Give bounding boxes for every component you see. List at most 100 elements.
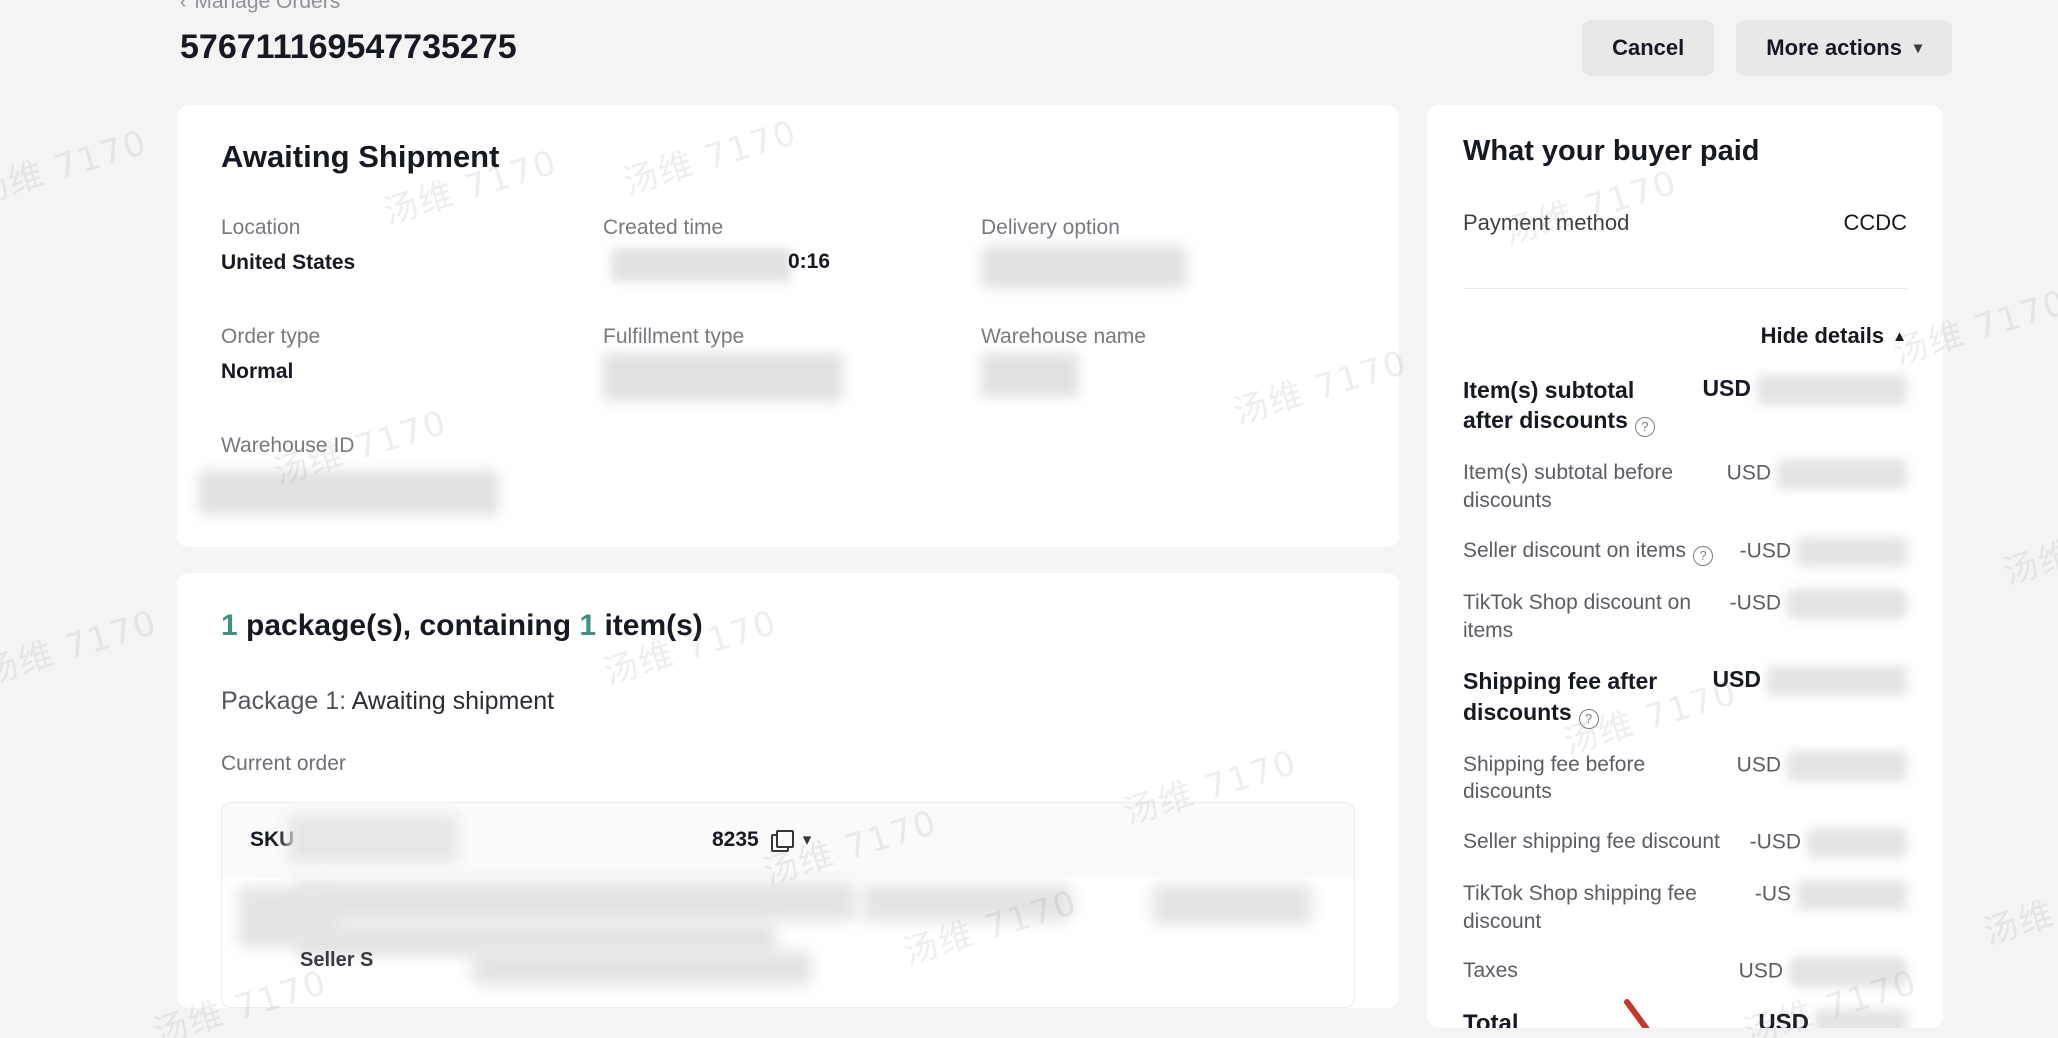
cancel-button-label: Cancel [1612, 35, 1685, 60]
created-time-label: Created time [603, 216, 724, 239]
order-info-grid: Location United States Created time 0:16… [199, 215, 1355, 515]
payment-method-value: CCDC [1843, 210, 1907, 235]
buyer-paid-title: What your buyer paid [1463, 135, 1760, 167]
order-type-label: Order type [221, 325, 321, 349]
fulfillment-type-value [603, 353, 981, 402]
current-order-label: Current order [221, 751, 346, 775]
fee-amount-redaction [1789, 957, 1907, 988]
fulfillment-type-label: Fulfillment type [603, 325, 745, 349]
chevron-left-icon: ‹ [180, 0, 187, 13]
order-type-value: Normal [221, 360, 294, 384]
fee-row: Item(s) subtotal before discounts USD [1463, 459, 1907, 514]
fee-currency: USD [1738, 960, 1783, 984]
right-column: What your buyer paid Payment method CCDC… [1427, 105, 1943, 1028]
fee-label: Shipping fee after discounts? [1463, 666, 1694, 729]
fee-row: TikTok Shop discount on items -USD [1463, 588, 1907, 644]
red-annotation-mark [1624, 999, 1650, 1028]
warehouse-name-label: Warehouse name [981, 325, 1146, 349]
sku-id-tail: 8235 [712, 827, 759, 851]
fee-amount-redaction [1757, 375, 1907, 405]
buyer-paid-card: What your buyer paid Payment method CCDC… [1427, 105, 1943, 1028]
fee-amount: USD [1738, 957, 1907, 988]
package-heading-status: Awaiting shipment [351, 686, 555, 715]
package-count-mid: package(s), containing [237, 608, 580, 642]
warehouse-id-value [199, 469, 603, 515]
cancel-button[interactable]: Cancel [1582, 20, 1715, 76]
section-divider [1463, 288, 1907, 289]
fee-amount: USD [1702, 375, 1907, 405]
fee-amount: -USD [1740, 536, 1907, 567]
order-detail-page: ‹ Manage Orders 576711169547735275 Cance… [0, 0, 2058, 1038]
content-area: Awaiting Shipment Location United States… [0, 98, 2058, 1038]
warehouse-name-value [981, 353, 1355, 398]
chevron-up-icon: ▲ [1892, 327, 1907, 345]
fee-label: Seller discount on items? [1463, 537, 1713, 566]
info-field-warehouse-name: Warehouse name [981, 324, 1355, 398]
fee-label: TikTok Shop discount on items [1463, 590, 1692, 642]
fee-amount: -US [1755, 880, 1907, 911]
help-icon[interactable]: ? [1578, 708, 1599, 729]
chevron-down-icon[interactable]: ▾ [803, 830, 812, 850]
page-title-order-id: 576711169547735275 [180, 28, 517, 66]
more-actions-button[interactable]: More actions ▾ [1736, 20, 1952, 76]
location-label: Location [221, 216, 301, 239]
fee-currency: USD [1726, 461, 1771, 485]
warehouse-id-label: Warehouse ID [221, 434, 355, 458]
order-status-card: Awaiting Shipment Location United States… [177, 105, 1399, 547]
info-field-delivery-option: Delivery option [981, 215, 1355, 289]
created-time-redaction [611, 248, 791, 283]
fee-amount-redaction [1777, 459, 1907, 490]
total-label: Total [1463, 1010, 1519, 1028]
payment-method-label: Payment method [1463, 210, 1630, 235]
package-heading: Package 1: Awaiting shipment [221, 687, 1355, 716]
fee-row: Taxes USD [1463, 957, 1907, 988]
fee-amount: USD [1726, 459, 1907, 490]
help-icon[interactable]: ? [1692, 545, 1713, 566]
fee-currency: USD [1702, 375, 1751, 402]
fee-label: Taxes [1463, 959, 1518, 983]
breadcrumb-label: Manage Orders [194, 0, 341, 13]
sku-item-box: SKU 8235 ▾ Seller S [221, 801, 1355, 1008]
info-field-order-type: Order type Normal [221, 324, 603, 393]
hide-details-label: Hide details [1760, 323, 1885, 348]
order-status-title: Awaiting Shipment [221, 139, 500, 174]
fee-amount-redaction [1797, 536, 1907, 567]
fee-amount-redaction [1767, 666, 1907, 697]
breadcrumb-back-link[interactable]: ‹ Manage Orders [180, 0, 340, 14]
sku-id-redaction [288, 814, 458, 863]
delivery-option-label: Delivery option [981, 216, 1120, 239]
help-icon[interactable]: ? [1634, 417, 1655, 438]
sku-item-body: Seller S [222, 877, 1354, 1007]
fee-row: Shipping fee before discounts USD [1463, 750, 1907, 806]
copy-icon[interactable] [770, 829, 794, 852]
fee-amount-redaction [1797, 880, 1907, 911]
location-value: United States [221, 251, 356, 275]
item-count-suffix: item(s) [596, 608, 703, 642]
sku-header-row[interactable]: SKU 8235 ▾ [222, 802, 1354, 877]
fee-row: TikTok Shop shipping fee discount -US [1463, 880, 1907, 935]
fee-row: Item(s) subtotal after discounts? USD [1463, 375, 1907, 438]
fee-amount-redaction [1807, 828, 1907, 859]
fee-label: TikTok Shop shipping fee discount [1463, 882, 1697, 933]
info-field-location: Location United States [221, 215, 603, 284]
more-actions-label: More actions [1766, 35, 1902, 60]
info-field-created-time: Created time 0:16 [603, 215, 981, 284]
fee-label: Item(s) subtotal after discounts? [1463, 375, 1684, 438]
fee-amount: USD [1737, 750, 1907, 781]
total-row: Total USD [1463, 1009, 1907, 1028]
sku-header-tail: 8235 ▾ [712, 828, 811, 852]
fee-label: Item(s) subtotal before discounts [1463, 461, 1674, 513]
info-field-warehouse-id: Warehouse ID [199, 433, 603, 515]
fee-currency: -USD [1729, 591, 1781, 615]
fee-amount-redaction [1787, 588, 1907, 619]
packages-card: 1 package(s), containing 1 item(s) Packa… [177, 572, 1399, 1008]
payment-method-row: Payment method CCDC [1463, 210, 1907, 236]
fee-label: Shipping fee before discounts [1463, 752, 1646, 804]
fee-amount: -USD [1750, 828, 1907, 859]
fee-currency: USD [1712, 666, 1761, 693]
hide-details-toggle[interactable]: Hide details ▲ [1463, 323, 1907, 349]
fee-amount-redaction [1787, 750, 1907, 781]
seller-sku-text: Seller S [300, 948, 374, 971]
fee-row: Shipping fee after discounts? USD [1463, 666, 1907, 729]
package-heading-lead: Package 1: [221, 686, 352, 715]
